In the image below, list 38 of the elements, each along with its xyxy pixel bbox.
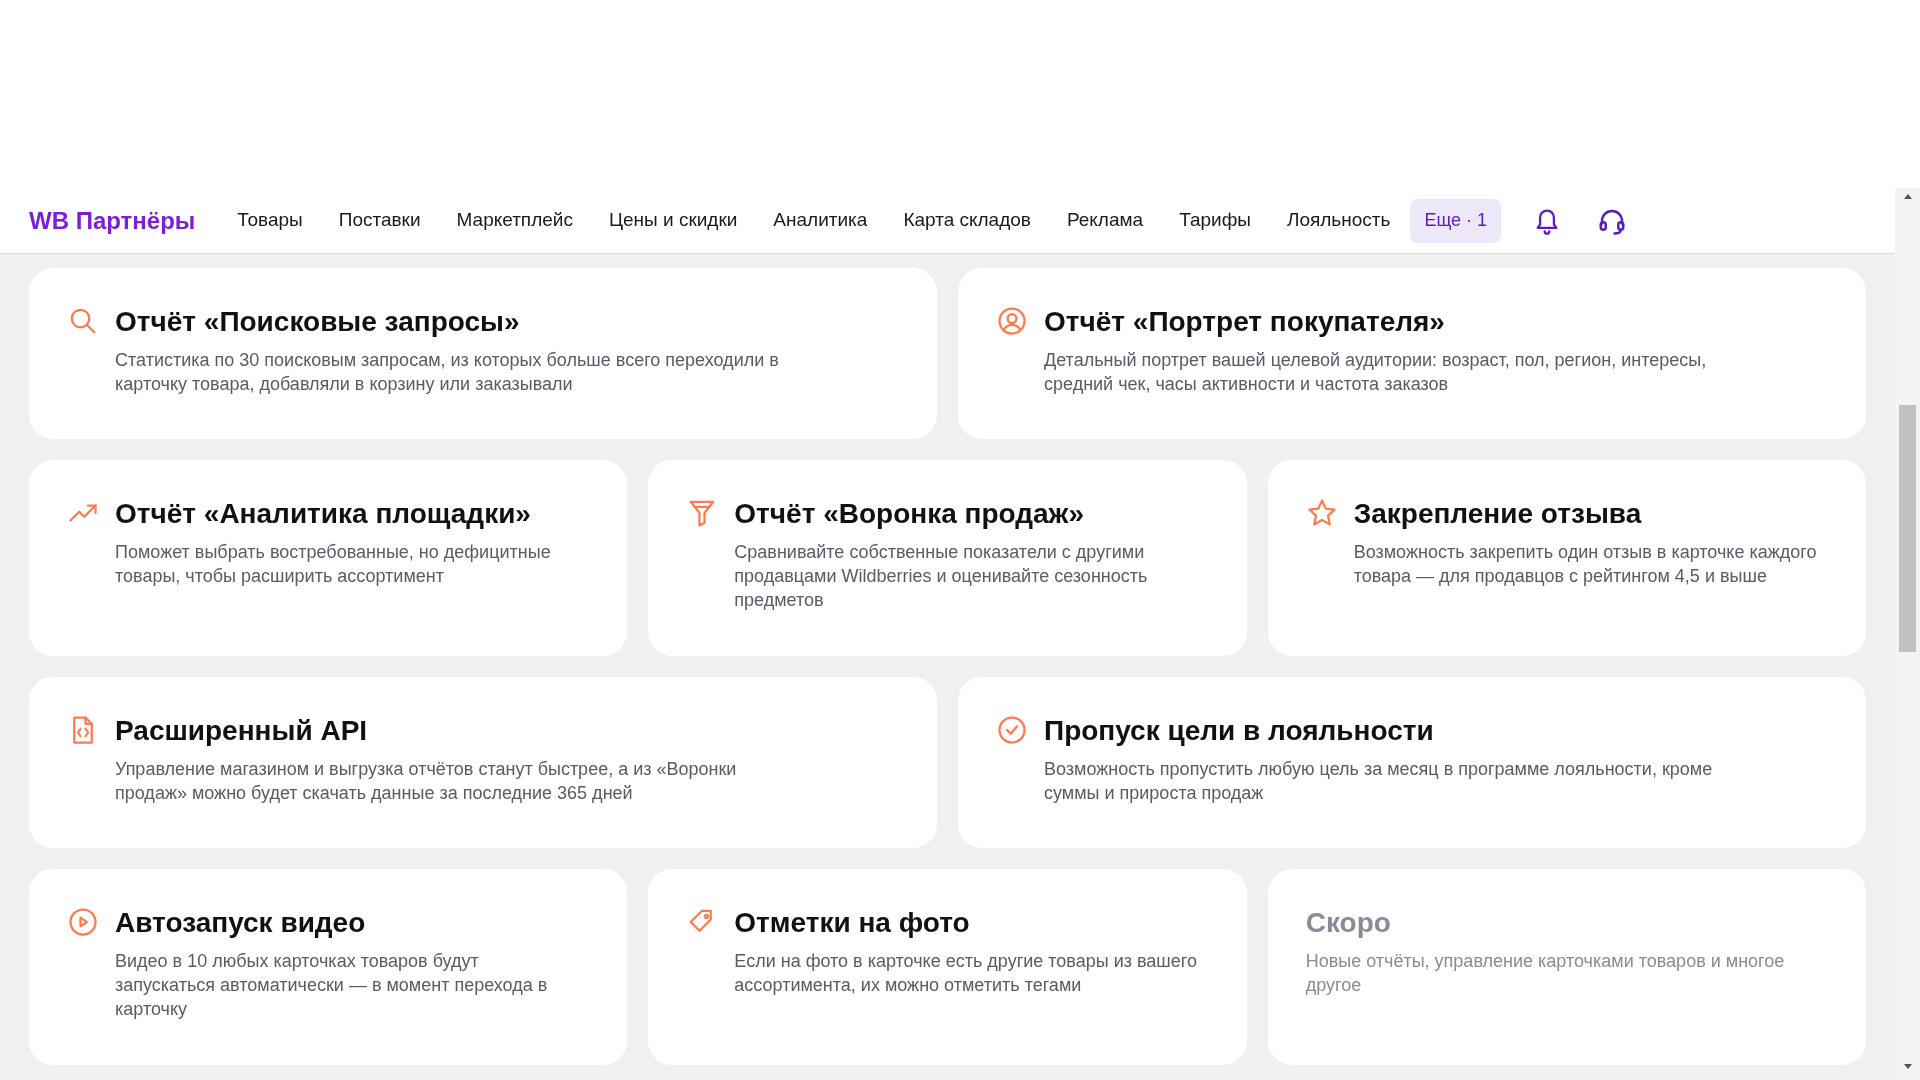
nav-tab[interactable]: Товары (237, 206, 303, 235)
scrollbar[interactable] (1895, 188, 1920, 1080)
card-title: Отметки на фото (734, 906, 971, 940)
logo[interactable]: WB Партнёры (29, 202, 196, 239)
user-circle-icon (997, 306, 1027, 336)
card-description: Возможность пропустить любую цель за месяц в программе лояльности, кроме суммы и прироста продаж (1044, 758, 1714, 805)
card-description: Поможет выбрать востребованные, но дефицитные товары, чтобы расширить ассортимент (115, 541, 552, 588)
card-description: Детальный портрет вашей целевой аудитории: возраст, пол, регион, интересы, средний чек, часы активности и частота заказов (1044, 349, 1708, 396)
card-title: Пропуск цели в лояльности (1044, 714, 1435, 748)
card-description: Видео в 10 любых карточках товаров будут запускаться автоматически — в момент перехода в карточку (115, 950, 549, 1021)
search-icon (68, 306, 98, 336)
card-title: Скоро (1305, 906, 1392, 940)
card-description: Сравнивайте собственные показатели с другими продавцами Wildberries и оценивайте сезонность предметов (734, 541, 1149, 612)
card-description: Если на фото в карточке есть другие товары из вашего ассортимента, их можно отметить тегами (734, 950, 1198, 997)
more-button[interactable]: Еще · 1 (1410, 198, 1502, 243)
nav-tab[interactable]: Тарифы (1179, 206, 1251, 235)
card-title: Отчёт «Воронка продаж» (734, 497, 1086, 531)
star-icon (1306, 498, 1337, 528)
nav-tab[interactable]: Поставки (338, 206, 421, 235)
card-title: Расширенный API (115, 714, 369, 748)
card-title: Автозапуск видео (115, 906, 367, 940)
nav-tab[interactable]: Цены и скидки (608, 206, 738, 235)
card-description: Возможность закрепить один отзыв в карточке каждого товара — для продавцов с рейтингом 4,5 и выше (1353, 541, 1818, 588)
scrollbar-thumb[interactable] (1899, 405, 1916, 652)
card-description: Новые отчёты, управление карточками товаров и многое другое (1305, 950, 1786, 997)
card-title: Отчёт «Поисковые запросы» (115, 305, 521, 339)
card-title: Отчёт «Портрет покупателя» (1044, 305, 1446, 339)
check-circle-icon (997, 715, 1027, 745)
nav-tab[interactable]: Лояльность (1286, 206, 1391, 235)
nav-tab[interactable]: Маркетплейс (456, 206, 573, 235)
card-description: Управление магазином и выгрузка отчётов станут быстрее, а из «Воронки продаж» можно будет скачать данные за последние 365 дней (115, 758, 738, 805)
card-title: Отчёт «Аналитика площадки» (115, 497, 532, 531)
nav-tab[interactable]: Карта складов (903, 206, 1031, 235)
nav-tab[interactable]: Реклама (1066, 206, 1144, 235)
nav-tab[interactable]: Аналитика (773, 206, 868, 235)
play-circle-icon (68, 907, 98, 937)
card-title: Закрепление отзыва (1353, 497, 1643, 531)
card-description: Статистика по 30 поисковым запросам, из которых больше всего переходили в карточку товара, добавляли в корзину или заказывали (115, 349, 780, 396)
